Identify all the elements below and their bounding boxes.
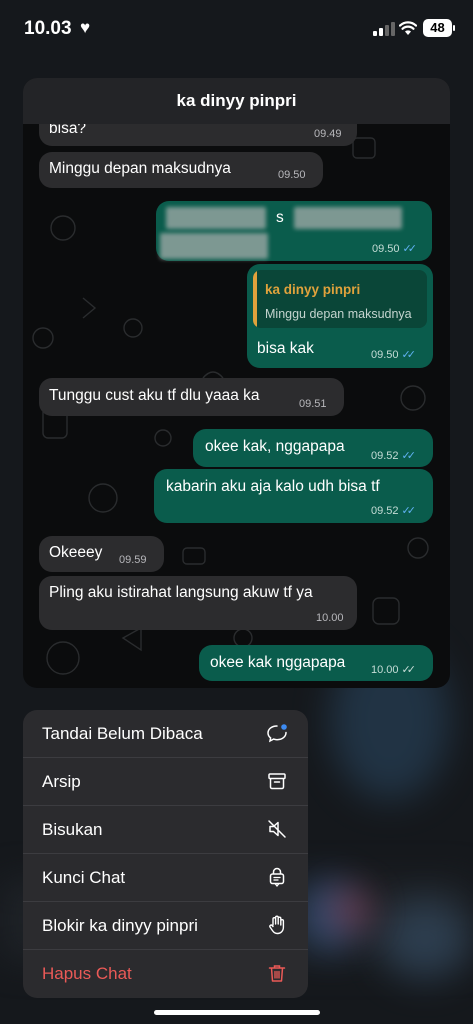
redacted-text [294, 207, 402, 229]
read-receipt-icon: ✓✓ [401, 664, 417, 676]
chat-preview[interactable]: ka dinyy pinpri bisa? 09.49 Minggu depan… [23, 78, 450, 688]
trash-icon [268, 965, 286, 982]
message-time: 09.52 ✓✓ [371, 449, 417, 463]
hand-block-icon [269, 915, 285, 935]
message-incoming: Okeeey 09.59 [39, 536, 164, 572]
message-text: Tunggu cust aku tf dlu yaaa ka [49, 387, 260, 404]
redacted-text [160, 233, 268, 259]
message-time: 09.50 [278, 169, 306, 181]
status-time: 10.03 [24, 18, 72, 39]
menu-item-block-contact[interactable]: Blokir ka dinyy pinpri [23, 902, 308, 950]
message-time: 10.00 [316, 612, 344, 624]
message-time: 10.00 ✓✓ [371, 663, 417, 677]
message-time: 09.51 [299, 398, 327, 410]
message-text: bisa kak [257, 340, 314, 357]
message-time: 09.49 [314, 128, 342, 140]
quoted-message[interactable]: ka dinyy pinpri Minggu depan maksudnya [253, 270, 427, 328]
message-text: s [276, 209, 284, 226]
message-outgoing: okee kak nggapapa 10.00 ✓✓ [199, 645, 433, 681]
message-incoming: Pling aku istirahat langsung akuw tf ya … [39, 576, 357, 630]
message-incoming: Tunggu cust aku tf dlu yaaa ka 09.51 [39, 378, 344, 416]
quoted-text: Minggu depan maksudnya [265, 307, 412, 321]
message-text: okee kak, nggapapa [205, 438, 345, 455]
message-outgoing-reply: ka dinyy pinpri Minggu depan maksudnya b… [247, 264, 433, 368]
read-receipt-icon: ✓✓ [402, 243, 418, 255]
wifi-icon [399, 21, 417, 35]
message-time: 09.52 ✓✓ [371, 504, 417, 518]
mute-icon [268, 820, 286, 838]
heart-icon: ♥ [80, 18, 91, 37]
archive-icon [268, 773, 286, 790]
menu-item-label: Blokir ka dinyy pinpri [42, 916, 198, 935]
home-indicator[interactable] [154, 1010, 320, 1015]
message-text: Okeeey [49, 544, 103, 561]
read-receipt-icon: ✓✓ [401, 505, 417, 517]
message-outgoing: s 09.50 ✓✓ [156, 201, 432, 261]
menu-item-mute[interactable]: Bisukan [23, 806, 308, 854]
chat-title: ka dinyy pinpri [23, 78, 450, 124]
unread-chat-icon [267, 724, 287, 743]
menu-item-mark-unread[interactable]: Tandai Belum Dibaca [23, 710, 308, 758]
battery-icon: 48 [423, 19, 455, 37]
message-text: okee kak nggapapa [210, 654, 346, 671]
message-time: 09.59 [119, 554, 147, 566]
cellular-signal-icon [373, 22, 395, 36]
menu-item-label: Arsip [42, 772, 81, 791]
message-text: kabarin aku aja kalo udh bisa tf [166, 478, 380, 495]
menu-item-lock-chat[interactable]: Kunci Chat [23, 854, 308, 902]
lock-chat-icon [269, 867, 285, 888]
menu-item-label: Kunci Chat [42, 868, 126, 887]
menu-item-delete-chat[interactable]: Hapus Chat [23, 950, 308, 998]
menu-item-label: Bisukan [42, 820, 103, 839]
message-incoming: Minggu depan maksudnya 09.50 [39, 152, 323, 188]
message-text: Minggu depan maksudnya [49, 160, 231, 177]
read-receipt-icon: ✓✓ [401, 349, 417, 361]
battery-level: 48 [430, 20, 445, 35]
menu-item-label: Hapus Chat [42, 964, 132, 983]
message-text: Pling aku istirahat langsung akuw tf ya [49, 584, 313, 601]
status-bar: 10.03 ♥ 48 [0, 0, 473, 60]
menu-item-label: Tandai Belum Dibaca [42, 724, 203, 743]
chat-context-menu: Tandai Belum Dibaca Arsip Bisukan Kunci … [23, 710, 308, 998]
menu-item-archive[interactable]: Arsip [23, 758, 308, 806]
message-outgoing: okee kak, nggapapa 09.52 ✓✓ [193, 429, 433, 467]
read-receipt-icon: ✓✓ [401, 450, 417, 462]
message-time: 09.50 ✓✓ [372, 242, 418, 256]
quoted-sender: ka dinyy pinpri [265, 282, 361, 297]
message-outgoing: kabarin aku aja kalo udh bisa tf 09.52 ✓✓ [154, 469, 433, 523]
redacted-text [166, 207, 266, 229]
message-time: 09.50 ✓✓ [371, 348, 417, 362]
